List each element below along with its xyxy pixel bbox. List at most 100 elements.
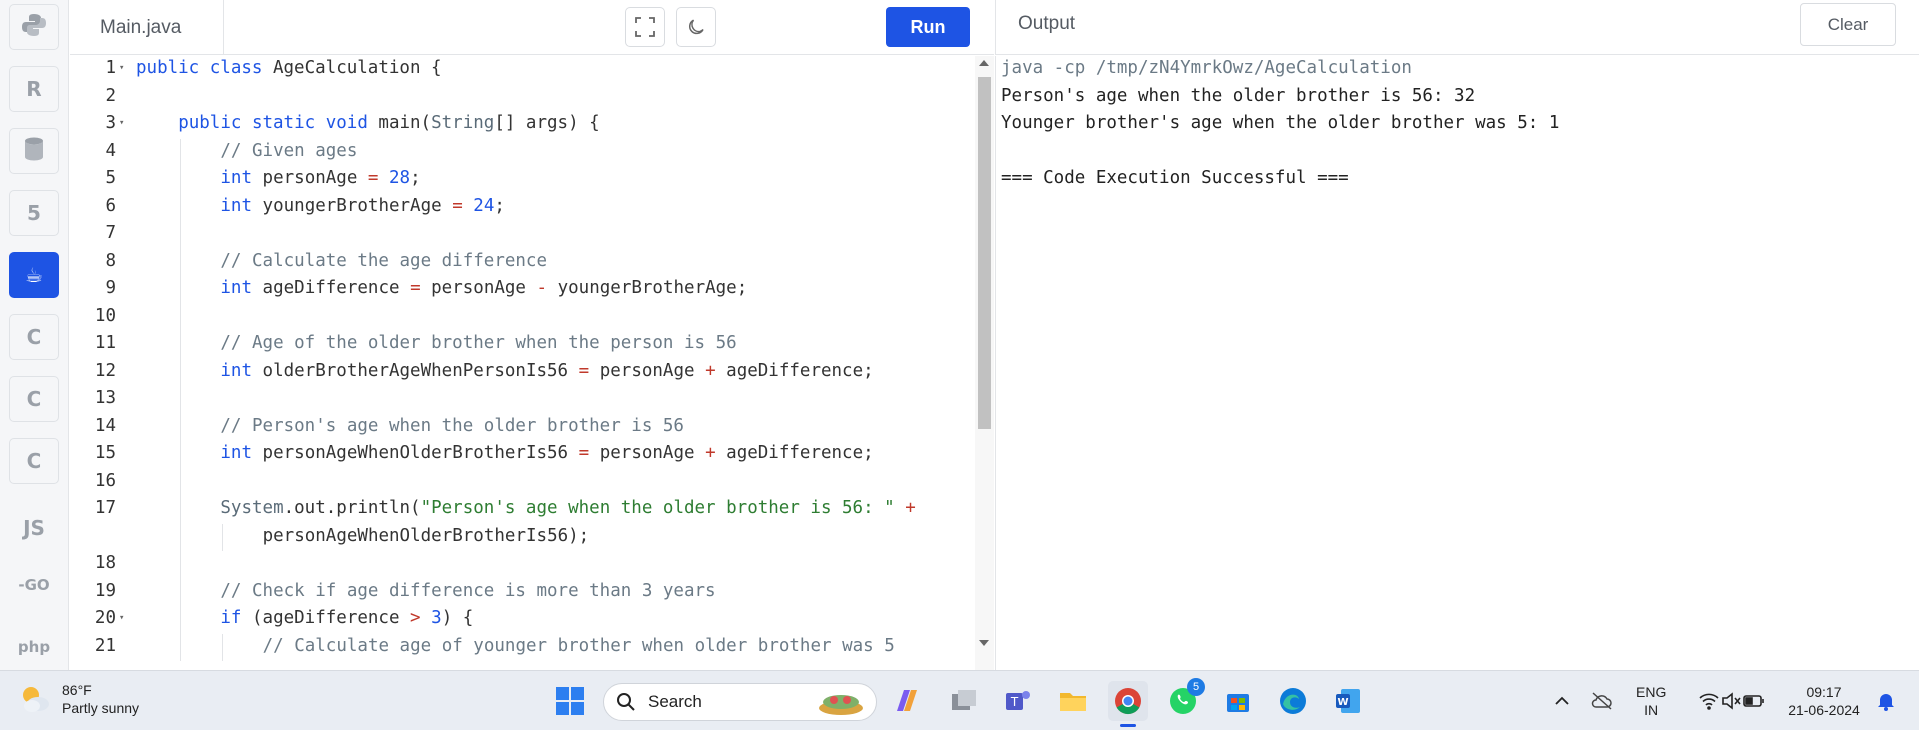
rail-item-cpp[interactable]: C (9, 376, 59, 422)
scroll-up-arrow-icon[interactable] (979, 60, 989, 66)
chrome-app-icon[interactable] (1108, 681, 1148, 727)
code-text: int ageDifference = personAge - youngerB… (220, 275, 747, 302)
rail-item-go[interactable]: -GO (9, 562, 59, 608)
code-token: 28 (389, 168, 411, 188)
indent-guide (180, 331, 182, 359)
indent-guide (180, 496, 182, 524)
code-token: > (410, 608, 421, 628)
line-number: 6 (105, 195, 116, 216)
code-text: // Check if age difference is more than … (220, 578, 715, 605)
line-number: 12 (94, 360, 116, 381)
code-line[interactable]: 18 (70, 550, 970, 577)
rail-item-java[interactable]: ☕ (9, 252, 59, 298)
file-tab-main-java[interactable]: Main.java (70, 0, 224, 55)
edge-app-icon[interactable] (1273, 681, 1313, 721)
editor-scrollbar[interactable] (975, 56, 994, 670)
run-button[interactable]: Run (886, 7, 970, 47)
code-line[interactable]: 19 // Check if age difference is more tha… (70, 578, 970, 605)
code-line[interactable]: 16 (70, 468, 970, 495)
rail-item-c[interactable]: C (9, 314, 59, 360)
code-line[interactable]: 9 int ageDifference = personAge - younger… (70, 275, 970, 302)
folder-icon (1060, 693, 1086, 711)
copilot-app-icon[interactable] (887, 681, 927, 721)
scrollbar-thumb[interactable] (978, 77, 991, 429)
code-line[interactable]: 1 ▾ public class AgeCalculation { (70, 56, 970, 82)
code-text: if (ageDifference > 3) { (220, 605, 473, 632)
indent-guide (180, 221, 182, 249)
code-line[interactable]: 20 ▾ if (ageDifference > 3) { (70, 605, 970, 632)
start-button[interactable] (550, 681, 590, 721)
code-token: int (220, 443, 263, 463)
scroll-down-arrow-icon[interactable] (979, 640, 989, 646)
fullscreen-button[interactable] (625, 7, 665, 47)
code-line[interactable]: 21 // Calculate age of younger brother wh… (70, 633, 970, 660)
code-line[interactable]: 8 // Calculate the age difference (70, 248, 970, 275)
rail-item-html5[interactable]: 5 (9, 190, 59, 236)
code-token: = (578, 443, 590, 463)
rail-item-php[interactable]: php (9, 624, 59, 670)
code-line[interactable]: personAgeWhenOlderBrotherIs56); (70, 523, 970, 550)
code-line[interactable]: 14 // Person's age when the older brother… (70, 413, 970, 440)
code-line[interactable]: 6 int youngerBrotherAge = 24; (70, 193, 970, 220)
line-number: 10 (94, 305, 116, 326)
code-line[interactable]: 10 (70, 303, 970, 330)
quick-settings-button[interactable] (1687, 681, 1777, 721)
code-line[interactable]: 5 int personAge = 28; (70, 165, 970, 192)
code-token: = (452, 195, 463, 216)
code-editor[interactable]: 1 ▾ public class AgeCalculation {2 3 ▾ public… (70, 56, 994, 670)
code-line[interactable]: 13 (70, 385, 970, 412)
word-app-icon[interactable]: W (1328, 681, 1368, 721)
line-number: 7 (105, 223, 116, 243)
teams-icon: T (1006, 691, 1030, 710)
output-command-line: java -cp /tmp/zN4YmrkOwz/AgeCalculation (1001, 58, 1412, 78)
code-line[interactable]: 4 // Given ages (70, 138, 970, 165)
code-token: personAge (589, 443, 706, 463)
weather-widget[interactable]: 86°F Partly sunny (18, 681, 139, 717)
code-token: 3 (431, 608, 442, 628)
code-line[interactable]: 2 (70, 83, 970, 110)
rail-item-csharp[interactable]: C (9, 438, 59, 484)
task-view-button[interactable] (944, 681, 984, 721)
indent-guide (180, 276, 182, 304)
fold-toggle-icon[interactable]: ▾ (119, 605, 124, 632)
fold-toggle-icon[interactable]: ▾ (119, 56, 124, 82)
rail-item-r-language[interactable]: R (9, 66, 59, 112)
search-placeholder: Search (648, 692, 702, 711)
code-token: String (431, 113, 495, 133)
code-line[interactable]: 7 (70, 220, 970, 247)
code-line[interactable]: 17 System.out.println("Person's age when … (70, 495, 970, 522)
task-view-icon (952, 690, 976, 710)
language-indicator[interactable]: ENG IN (1636, 683, 1666, 719)
dark-mode-toggle[interactable] (676, 7, 716, 47)
file-explorer-app-icon[interactable] (1053, 681, 1093, 721)
rail-item-database[interactable] (9, 128, 59, 174)
microsoft-store-app-icon[interactable] (1218, 681, 1258, 721)
teams-app-icon[interactable]: T (998, 681, 1038, 721)
rail-item-python[interactable] (9, 4, 59, 50)
moon-icon (689, 19, 704, 35)
code-line[interactable]: 15 int personAgeWhenOlderBrotherIs56 = pe… (70, 440, 970, 467)
code-line[interactable]: 11 // Age of the older brother when the p… (70, 330, 970, 357)
windows-logo-icon (556, 687, 584, 715)
onedrive-status-button[interactable] (1582, 681, 1622, 721)
search-highlight-icon (819, 695, 863, 715)
fold-toggle-icon[interactable]: ▾ (119, 110, 124, 137)
code-token: public (178, 113, 252, 133)
show-hidden-icons-button[interactable] (1542, 681, 1582, 721)
line-number: 5 (105, 168, 116, 188)
taskbar-search[interactable]: Search (603, 683, 877, 721)
rail-item-javascript[interactable]: JS (9, 505, 59, 551)
code-token: ) { (441, 608, 474, 628)
code-line[interactable]: 12 int olderBrotherAgeWhenPersonIs56 = pe… (70, 358, 970, 385)
code-line[interactable]: 3 ▾ public static void main(String[] args)… (70, 110, 970, 137)
windows-taskbar: 86°F Partly sunny Search T 5 W ENG IN 09… (0, 670, 1919, 730)
code-token: olderBrotherAgeWhenPersonIs56 (262, 360, 579, 381)
clear-button[interactable]: Clear (1800, 3, 1896, 46)
notifications-button[interactable] (1866, 681, 1906, 721)
code-token: ageDifference; (715, 443, 874, 463)
whatsapp-app-icon[interactable]: 5 (1163, 678, 1205, 721)
edge-icon (1280, 688, 1306, 714)
clock[interactable]: 09:17 21-06-2024 (1786, 683, 1862, 719)
